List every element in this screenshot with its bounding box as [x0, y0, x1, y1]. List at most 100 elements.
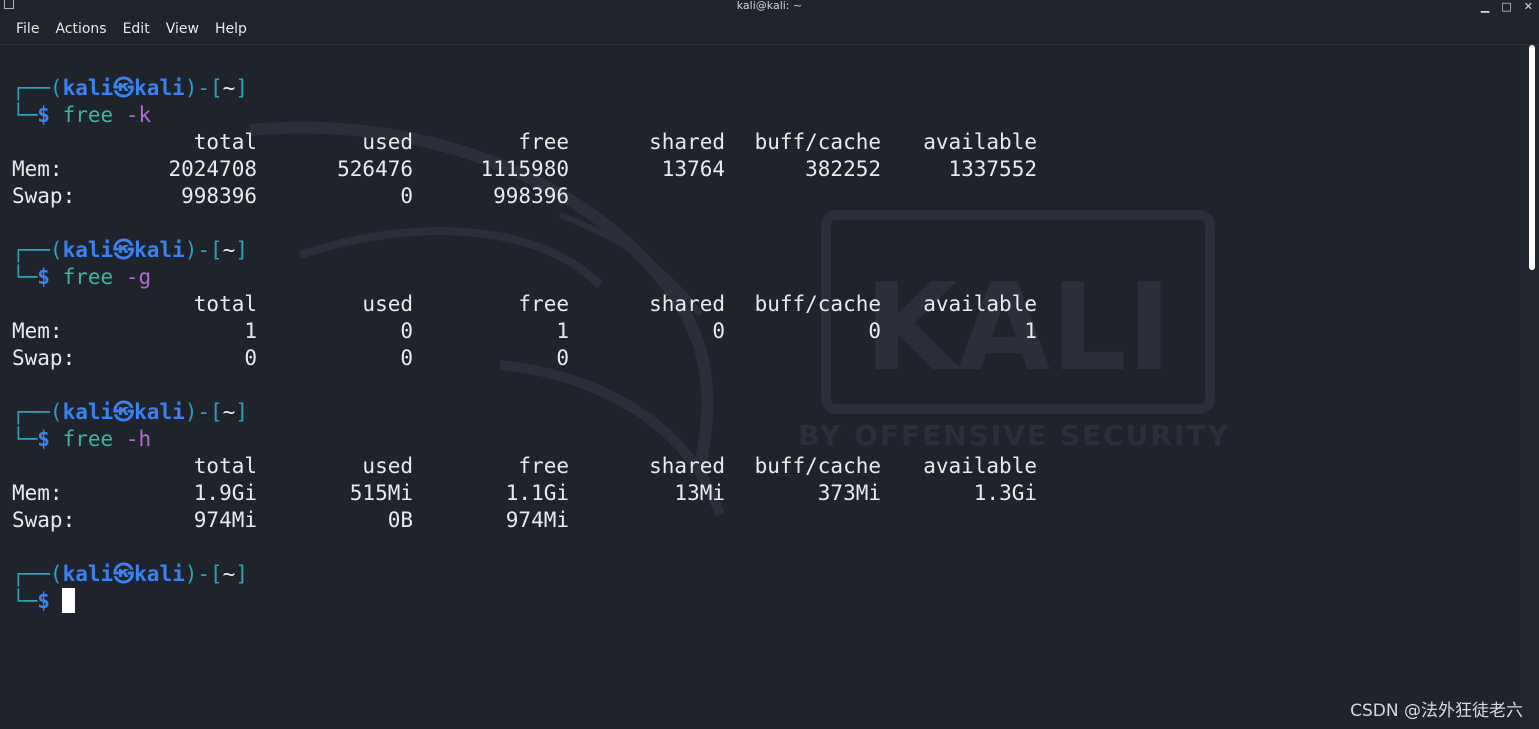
- command-flag: -h: [125, 427, 152, 451]
- prompt-line: ┌──(kali㉿kali)-[~]: [12, 399, 248, 426]
- prompt-frame: ]: [235, 400, 248, 424]
- table-cell: 1: [244, 319, 257, 343]
- table-row: Swap: 0 0 0: [0, 345, 1100, 372]
- prompt-line: ┌──(kali㉿kali)-[~]: [12, 75, 248, 102]
- table-row: Swap: 974Mi 0B 974Mi: [0, 507, 1100, 534]
- credit-watermark: CSDN @法外狂徒老六: [1350, 701, 1523, 721]
- prompt-user: kali: [62, 76, 114, 100]
- prompt-frame: )-[: [184, 238, 223, 262]
- table-cell: available: [923, 454, 1037, 478]
- command-line: └─$: [12, 588, 75, 615]
- table-cell: available: [923, 130, 1037, 154]
- table-cell: total: [193, 454, 257, 478]
- row-label: Swap:: [12, 184, 76, 208]
- table-cell: 974Mi: [193, 508, 257, 532]
- watermark-tagline: BY OFFENSIVE SECURITY: [798, 419, 1230, 452]
- command-flag: -g: [125, 265, 152, 289]
- table-cell: 1.3Gi: [973, 481, 1037, 505]
- prompt-dollar: $: [37, 427, 50, 451]
- menu-edit[interactable]: Edit: [115, 14, 158, 44]
- prompt-frame: ]: [235, 562, 248, 586]
- prompt-host: kali: [134, 76, 185, 100]
- terminal-window: kali@kali: ~ ▁ □ ✕ File Actions Edit Vie…: [0, 0, 1539, 729]
- prompt-dir: ~: [222, 400, 236, 424]
- prompt-frame: )-[: [184, 400, 223, 424]
- minimize-icon[interactable]: ▁: [1481, 1, 1489, 12]
- table-cell: 13764: [661, 157, 725, 181]
- maximize-icon[interactable]: □: [1501, 1, 1511, 12]
- table-cell: 1: [1024, 319, 1037, 343]
- prompt-host: kali: [134, 238, 185, 262]
- table-cell: 0: [400, 184, 413, 208]
- table-cell: 0B: [387, 508, 413, 532]
- table-cell: shared: [649, 454, 725, 478]
- prompt-user: kali: [62, 400, 114, 424]
- table-cell: 1115980: [480, 157, 569, 181]
- table-cell: 1: [556, 319, 569, 343]
- table-cell: free: [518, 292, 569, 316]
- menu-actions[interactable]: Actions: [47, 14, 114, 44]
- table-cell: total: [193, 130, 257, 154]
- table-cell: 0: [244, 346, 257, 370]
- row-label: Mem:: [12, 157, 63, 181]
- prompt-dir: ~: [222, 238, 236, 262]
- command-flag: -k: [125, 103, 152, 127]
- prompt-dollar: $: [37, 589, 50, 613]
- prompt-dir: ~: [222, 76, 236, 100]
- prompt-frame: └─: [12, 265, 38, 289]
- prompt-dir: ~: [222, 562, 236, 586]
- table-row: Mem: 1.9Gi 515Mi 1.1Gi 13Mi 373Mi 1.3Gi: [0, 480, 1100, 507]
- menu-view[interactable]: View: [158, 14, 207, 44]
- table-cell: available: [923, 292, 1037, 316]
- table-cell: 0: [868, 319, 881, 343]
- menu-file[interactable]: File: [0, 14, 47, 44]
- table-header: total used free shared buff/cache available: [0, 291, 1100, 318]
- table-cell: 1337552: [948, 157, 1037, 181]
- row-label: Mem:: [12, 319, 63, 343]
- window-title: kali@kali: ~: [736, 0, 803, 12]
- table-cell: 0: [712, 319, 725, 343]
- prompt-frame: )-[: [184, 562, 223, 586]
- prompt-frame: )-[: [184, 76, 223, 100]
- table-cell: 1.1Gi: [505, 481, 569, 505]
- table-cell: 998396: [493, 184, 569, 208]
- prompt-dollar: $: [37, 103, 50, 127]
- table-cell: buff/cache: [754, 130, 881, 154]
- prompt-line: ┌──(kali㉿kali)-[~]: [12, 561, 248, 588]
- table-cell: shared: [649, 130, 725, 154]
- scrollbar[interactable]: [1521, 45, 1539, 729]
- table-header: total used free shared buff/cache available: [0, 453, 1100, 480]
- prompt-host: kali: [134, 400, 185, 424]
- table-cell: used: [362, 130, 413, 154]
- table-cell: used: [362, 292, 413, 316]
- command-line: └─$ free -g: [12, 264, 151, 291]
- table-cell: used: [362, 454, 413, 478]
- table-cell: 974Mi: [505, 508, 569, 532]
- prompt-user: kali: [62, 562, 114, 586]
- table-cell: 526476: [337, 157, 413, 181]
- prompt-host: kali: [134, 562, 185, 586]
- row-label: Swap:: [12, 508, 76, 532]
- scroll-thumb[interactable]: [1529, 45, 1535, 270]
- table-row: Mem: 1 0 1 0 0 1: [0, 318, 1100, 345]
- table-cell: 382252: [805, 157, 881, 181]
- close-icon[interactable]: ✕: [1524, 1, 1533, 12]
- table-row: Mem: 2024708 526476 1115980 13764 382252 13375…: [0, 156, 1100, 183]
- row-label: Swap:: [12, 346, 76, 370]
- table-cell: 1.9Gi: [193, 481, 257, 505]
- table-cell: 2024708: [168, 157, 257, 181]
- terminal-output[interactable]: KALI BY OFFENSIVE SECURITY ┌──(kali㉿kali…: [0, 45, 1521, 729]
- prompt-frame: ┌──(: [12, 76, 63, 100]
- prompt-frame: └─: [12, 427, 38, 451]
- prompt-frame: └─: [12, 589, 38, 613]
- prompt-frame: ┌──(: [12, 400, 63, 424]
- table-cell: 0: [400, 346, 413, 370]
- table-cell: free: [518, 130, 569, 154]
- command-name: free: [49, 103, 126, 127]
- prompt-line: ┌──(kali㉿kali)-[~]: [12, 237, 248, 264]
- command-name: free: [49, 265, 126, 289]
- menu-help[interactable]: Help: [207, 14, 255, 44]
- prompt-frame: ┌──(: [12, 562, 63, 586]
- command-name: free: [49, 427, 126, 451]
- prompt-frame: ┌──(: [12, 238, 63, 262]
